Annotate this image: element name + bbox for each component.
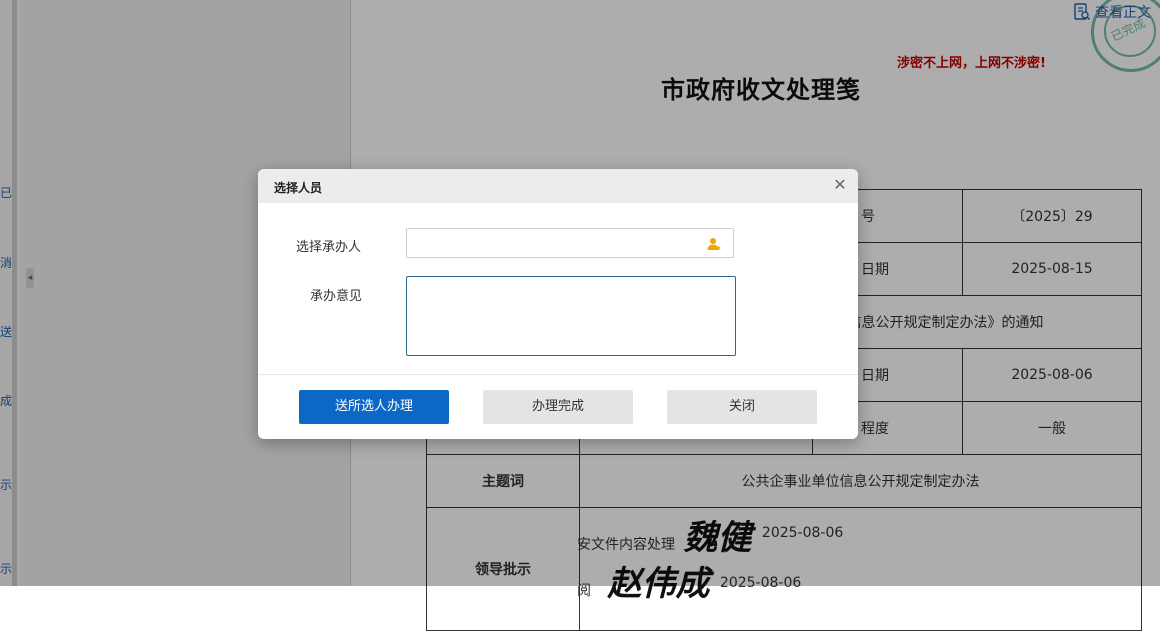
complete-button[interactable]: 办理完成 [483, 390, 633, 424]
person-select-icon[interactable] [707, 237, 721, 251]
close-icon[interactable]: ✕ [832, 177, 848, 193]
dialog-header: 选择人员 ✕ [258, 169, 858, 203]
handler-input[interactable] [406, 228, 734, 258]
send-selected-button[interactable]: 送所选人办理 [299, 390, 449, 424]
close-button[interactable]: 关闭 [667, 390, 817, 424]
select-person-dialog: 选择人员 ✕ 选择承办人 承办意见 送所选人办理 办理完成 关闭 [258, 169, 858, 439]
dialog-title: 选择人员 [274, 181, 323, 195]
dialog-divider [258, 374, 858, 375]
opinion-label: 承办意见 [310, 289, 363, 304]
opinion-textarea[interactable] [406, 276, 736, 356]
handler-label: 选择承办人 [296, 240, 362, 255]
